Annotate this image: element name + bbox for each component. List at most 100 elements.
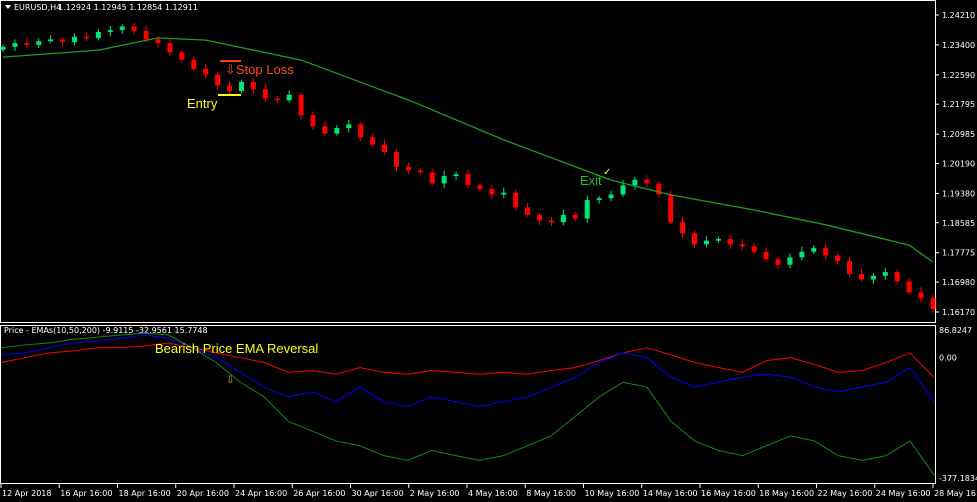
bear-candle	[250, 81, 256, 90]
bear-candle	[417, 170, 423, 173]
bear-candle	[429, 172, 435, 184]
time-tick-label: 18 Apr 16:00	[119, 489, 171, 498]
symbol-title: EURUSD,H4	[14, 3, 61, 12]
price-axis: 1.24210 1.23400 1.22590 1.21795 1.20985 1.201…	[935, 11, 975, 317]
bear-candle	[525, 207, 531, 215]
price-tick-label: 1.24210	[942, 11, 975, 20]
bull-candle	[596, 198, 602, 201]
price-tick-label: 1.17775	[942, 249, 975, 258]
bear-candle	[835, 255, 841, 262]
bull-candle	[715, 238, 721, 241]
time-tick-label: 16 May 16:00	[701, 489, 756, 498]
bear-candle	[847, 261, 853, 274]
price-tick-label: 1.22590	[942, 71, 975, 80]
bull-candle	[119, 26, 125, 31]
bull-candle	[799, 251, 805, 258]
bear-candle	[894, 272, 900, 282]
price-tick-label: 1.20985	[942, 130, 975, 139]
bear-candle	[274, 98, 280, 101]
time-tick-label: 12 Apr 2018	[2, 489, 51, 498]
bear-candle	[310, 115, 316, 127]
bear-candle	[370, 137, 376, 145]
bear-candle	[382, 144, 388, 153]
price-tick-label: 1.19380	[942, 189, 975, 198]
time-tick-label: 28 May 16:00	[934, 489, 977, 498]
bear-candle	[513, 192, 519, 208]
bull-candle	[811, 248, 817, 252]
time-tick-label: 16 Apr 16:00	[60, 489, 112, 498]
bear-candle	[930, 297, 936, 310]
bear-candle	[405, 166, 411, 171]
bull-candle	[36, 41, 42, 45]
main-price-panel[interactable]: EURUSD,H4 1.12924 1.12945 1.12854 1.1291…	[0, 0, 976, 323]
time-tick-label: 20 Apr 16:00	[177, 489, 229, 498]
bull-candle	[107, 30, 113, 32]
time-axis: 12 Apr 2018 16 Apr 16:00 18 Apr 16:00 20 Ap…	[0, 484, 977, 498]
price-tick-label: 1.23400	[942, 41, 975, 50]
bear-candle	[858, 273, 864, 280]
bear-candle	[823, 248, 829, 256]
bear-candle	[644, 179, 650, 184]
indicator-tick-label: 0.00	[939, 354, 957, 363]
bear-candle	[155, 39, 161, 44]
bear-candle	[215, 74, 221, 86]
bear-candle	[322, 126, 328, 134]
time-tick-label: 2 May 16:00	[410, 489, 460, 498]
bear-candle	[548, 220, 554, 223]
bear-candle	[727, 238, 733, 245]
price-tick-label: 1.20190	[942, 160, 975, 169]
bear-candle	[537, 214, 543, 221]
bear-candle	[203, 68, 209, 75]
time-tick-label: 10 May 16:00	[585, 489, 640, 498]
bear-candle	[60, 39, 66, 42]
bear-candle	[680, 222, 686, 234]
bear-candle	[572, 214, 578, 219]
bull-candle	[12, 43, 18, 47]
time-tick-label: 24 May 16:00	[876, 489, 931, 498]
bear-candle	[465, 174, 471, 186]
entry-label: Entry	[187, 96, 218, 111]
bull-candle	[72, 36, 78, 42]
bear-candle	[131, 26, 137, 31]
bear-candle	[179, 52, 185, 60]
bull-candle	[0, 46, 6, 50]
indicator-panel[interactable]: Price - EMAs(10,50,200) -9.9115 -32.9561…	[0, 325, 977, 484]
bull-candle	[703, 240, 709, 245]
bull-candle	[95, 31, 101, 39]
mt4-chart[interactable]: EURUSD,H4 1.12924 1.12945 1.12854 1.1291…	[0, 0, 977, 502]
ohlc-header: 1.12924 1.12945 1.12854 1.12911	[58, 3, 198, 12]
bear-candle	[262, 89, 268, 99]
exit-label: Exit	[580, 173, 602, 188]
bear-candle	[739, 244, 745, 247]
bull-candle	[608, 194, 614, 199]
bear-candle	[477, 185, 483, 189]
time-tick-label: 4 May 16:00	[468, 489, 518, 498]
time-tick-label: 26 Apr 16:00	[293, 489, 345, 498]
bull-candle	[453, 174, 459, 177]
bear-candle	[763, 251, 769, 260]
bull-candle	[787, 257, 793, 265]
bear-candle	[83, 36, 89, 39]
bear-candle	[143, 30, 149, 40]
indicator-tick-label: -377.1834	[939, 474, 977, 483]
bear-candle	[298, 94, 304, 116]
bull-candle	[882, 272, 888, 276]
bull-candle	[346, 124, 352, 129]
indicator-title: Price - EMAs(10,50,200) -9.9115 -32.9561…	[4, 326, 208, 335]
bull-candle	[560, 214, 566, 223]
bull-candle	[286, 94, 292, 101]
time-tick-label: 24 Apr 16:00	[235, 489, 287, 498]
bull-candle	[501, 192, 507, 195]
bear-candle	[24, 43, 30, 45]
bear-candle	[692, 233, 698, 245]
bear-candle	[918, 292, 924, 298]
bear-candle	[775, 259, 781, 265]
bear-candle	[393, 152, 399, 167]
bear-candle	[191, 59, 197, 69]
price-tick-label: 1.21795	[942, 100, 975, 109]
bear-candle	[489, 188, 495, 195]
bear-candle	[668, 194, 674, 223]
bull-candle	[632, 179, 638, 186]
main-panel-frame	[0, 0, 936, 323]
bull-candle	[584, 200, 590, 219]
